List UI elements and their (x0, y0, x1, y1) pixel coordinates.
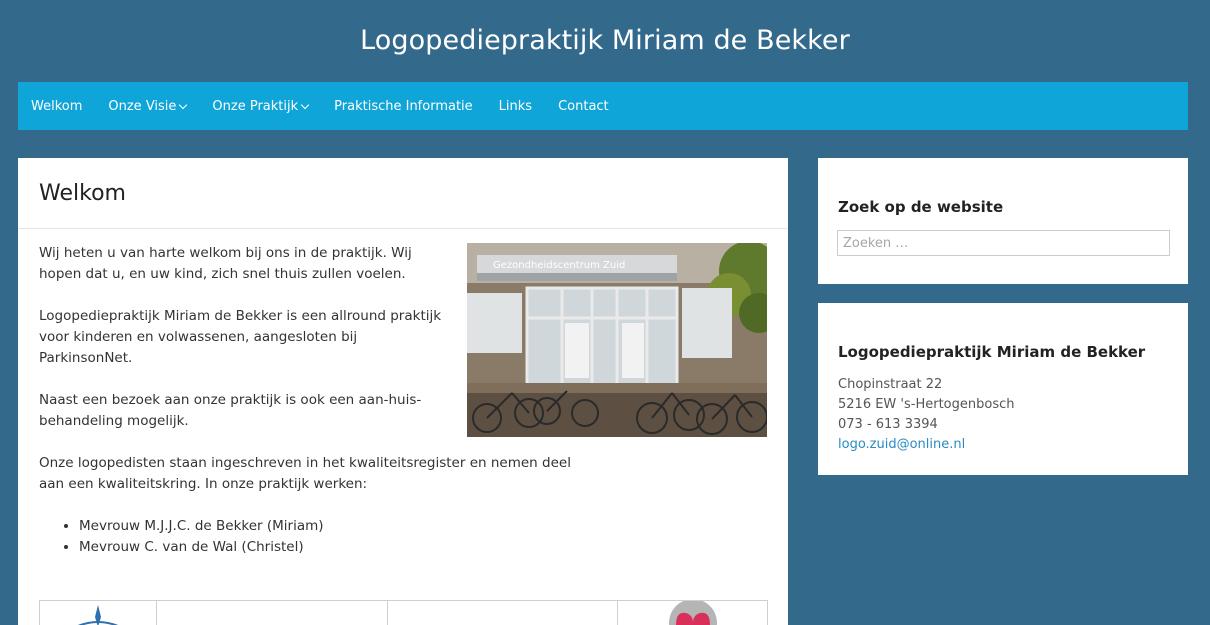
partner-logo-3[interactable] (388, 601, 619, 625)
nav-item-label: Onze Visie (108, 98, 177, 114)
nav-item-onze-visie[interactable]: Onze Visie (95, 82, 199, 130)
paragraph-intro: Wij heten u van harte welkom bij ons in … (39, 245, 412, 282)
partner-logo-2[interactable] (157, 601, 388, 625)
list-item: Mevrouw C. van de Wal (Christel) (79, 537, 767, 558)
address-widget-title: Logopediepraktijk Miriam de Bekker (838, 343, 1146, 361)
address-phone: 073 - 613 3394 (838, 417, 938, 432)
nav-item-label: Onze Praktijk (212, 98, 299, 114)
nav-item-praktische-informatie[interactable]: Praktische Informatie (321, 82, 486, 130)
partner-logo-heart[interactable] (618, 601, 767, 625)
nav-item-label: Welkom (31, 98, 83, 114)
address-block: Chopinstraat 22 5216 EW 's-Hertogenbosch… (838, 375, 1014, 455)
nav-item-links[interactable]: Links (486, 82, 545, 130)
partner-logo-compass[interactable] (40, 601, 157, 625)
partner-logos (39, 600, 768, 625)
list-item: Mevrouw M.J.J.C. de Bekker (Miriam) (79, 516, 767, 537)
main-content: Welkom Gezondheidscentrum Zuid Wij heten… (18, 158, 788, 625)
chevron-down-icon (179, 100, 188, 109)
nav-item-label: Praktische Informatie (334, 98, 473, 114)
address-postal-city: 5216 EW 's-Hertogenbosch (838, 397, 1015, 412)
site-header: Logopediepraktijk Miriam de Bekker (0, 0, 1210, 80)
paragraph-home-visit: Naast een bezoek aan onze praktijk is oo… (39, 392, 422, 429)
nav-item-onze-praktijk[interactable]: Onze Praktijk (199, 82, 321, 130)
nav-item-welkom[interactable]: Welkom (18, 82, 95, 130)
email-link[interactable]: logo.zuid@online.nl (838, 437, 965, 452)
page-title: Welkom (39, 180, 126, 206)
address-widget: Logopediepraktijk Miriam de Bekker Chopi… (818, 303, 1188, 475)
nav-item-label: Links (498, 98, 533, 114)
chevron-down-icon (300, 100, 310, 109)
address-street: Chopinstraat 22 (838, 377, 943, 392)
search-widget-title: Zoek op de website (838, 198, 1004, 216)
article-body: Gezondheidscentrum Zuid Wij heten u van … (18, 229, 788, 558)
compass-logo-icon (78, 605, 118, 625)
site-title[interactable]: Logopediepraktijk Miriam de Bekker (360, 25, 850, 56)
paragraph-allround: Logopediepraktijk Miriam de Bekker is ee… (39, 308, 442, 366)
nav-item-label: Contact (558, 98, 609, 114)
building-photo: Gezondheidscentrum Zuid (467, 243, 767, 437)
main-navigation: Welkom Onze Visie Onze Praktijk Praktisc… (18, 82, 1188, 130)
heart-logo-icon (669, 601, 718, 625)
search-input[interactable] (837, 230, 1170, 256)
photo-sign-text: Gezondheidscentrum Zuid (493, 260, 625, 271)
page-header: Welkom (18, 158, 788, 229)
nav-item-contact[interactable]: Contact (545, 82, 622, 130)
staff-list: Mevrouw M.J.J.C. de Bekker (Miriam) Mevr… (39, 516, 767, 558)
paragraph-register: Onze logopedisten staan ingeschreven in … (39, 455, 571, 492)
partner-logo-arc-icon (388, 601, 618, 625)
search-widget: Zoek op de website (818, 158, 1188, 284)
